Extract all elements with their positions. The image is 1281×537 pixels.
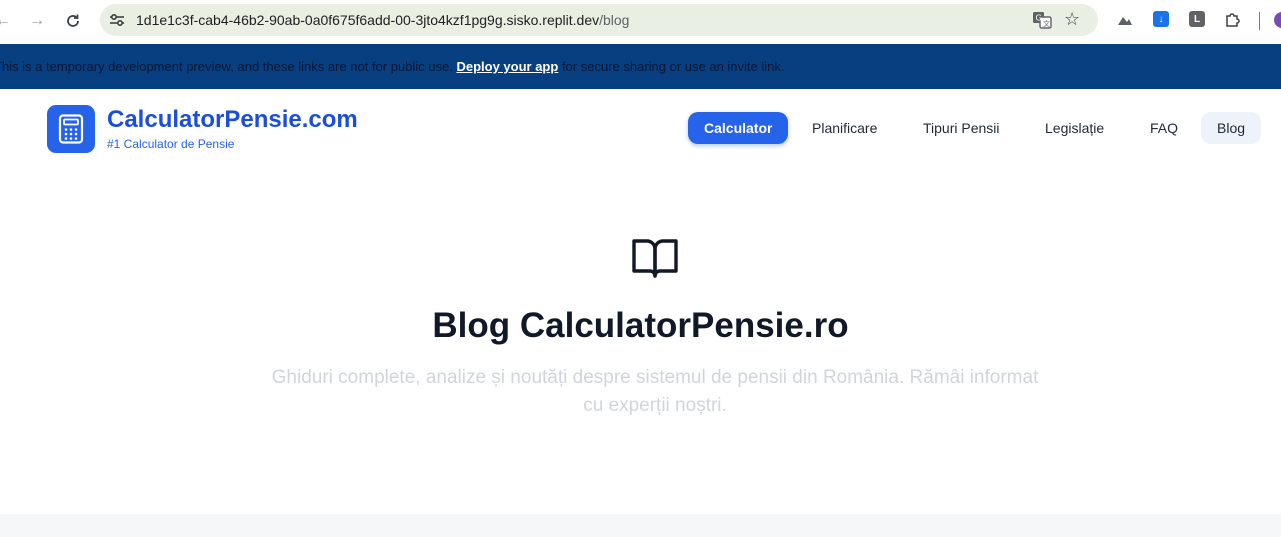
url-text[interactable]: 1d1e1c3f-cab4-46b2-90ab-0a0f675f6add-00-… — [136, 12, 629, 28]
forward-button[interactable]: → — [24, 8, 50, 34]
brand-name[interactable]: CalculatorPensie.com — [107, 106, 358, 134]
back-button[interactable]: ← — [0, 8, 16, 34]
profile-avatar[interactable] — [1274, 12, 1281, 28]
banner-text-after: for secure sharing or use an invite link… — [558, 59, 785, 74]
bookmark-button[interactable]: ☆ — [1064, 9, 1080, 30]
browser-toolbar: ← → 1d1e1c3f-cab4-46b2-90ab-0a0f675f6add… — [0, 0, 1281, 44]
content-section — [0, 514, 1281, 537]
image-icon — [1118, 17, 1132, 25]
dev-banner-text: This is a temporary development preview,… — [0, 59, 785, 74]
nav-planificare[interactable]: Planificare — [796, 112, 893, 144]
nav-legislatie[interactable]: Legislație — [1029, 112, 1120, 144]
blog-hero: Blog CalculatorPensie.ro Ghiduri complet… — [0, 170, 1281, 514]
toolbar-divider — [1259, 12, 1260, 30]
translate-icon: G 文 — [1033, 12, 1052, 29]
nav-faq[interactable]: FAQ — [1134, 112, 1194, 144]
extensions-button[interactable] — [1225, 11, 1241, 27]
url-host: 1d1e1c3f-cab4-46b2-90ab-0a0f675f6add-00-… — [136, 12, 600, 28]
url-path: /blog — [599, 12, 630, 28]
svg-text:文: 文 — [1043, 19, 1050, 28]
l-extension-letter: L — [1193, 13, 1201, 25]
reload-icon — [67, 14, 79, 27]
logo[interactable] — [47, 105, 95, 153]
dev-preview-banner: This is a temporary development preview,… — [0, 44, 1281, 89]
puzzle-icon — [1226, 13, 1240, 27]
banner-text-before: This is a temporary development preview,… — [0, 59, 457, 74]
arrow-right-icon: → — [29, 12, 45, 29]
l-extension-button[interactable]: L — [1189, 11, 1205, 27]
brand-tagline: #1 Calculator de Pensie — [107, 137, 235, 151]
nav-tipuri-pensii[interactable]: Tipuri Pensii — [907, 112, 1016, 144]
tune-icon — [110, 13, 124, 27]
svg-text:G: G — [1036, 14, 1042, 23]
site-info-button[interactable] — [108, 11, 126, 29]
book-open-icon — [632, 239, 678, 278]
download-extension-button[interactable]: ↓ — [1153, 11, 1169, 27]
arrow-left-icon: ← — [0, 12, 11, 29]
nav-blog[interactable]: Blog — [1201, 112, 1262, 144]
translate-button[interactable]: G 文 — [1032, 11, 1052, 29]
deploy-app-link[interactable]: Deploy your app — [456, 59, 558, 74]
extension-button[interactable] — [1117, 11, 1133, 27]
star-icon: ☆ — [1064, 9, 1081, 29]
page-subtitle: Ghiduri complete, analize și noutăți des… — [271, 367, 1039, 416]
address-bar[interactable]: 1d1e1c3f-cab4-46b2-90ab-0a0f675f6add-00-… — [100, 4, 1098, 36]
site-header: CalculatorPensie.com #1 Calculator de Pe… — [0, 89, 1281, 170]
arrow-down-icon: ↓ — [1158, 13, 1164, 25]
calculator-icon — [58, 114, 84, 144]
nav-calculator[interactable]: Calculator — [688, 112, 789, 144]
page-title: Blog CalculatorPensie.ro — [432, 306, 849, 345]
reload-button[interactable] — [60, 8, 86, 34]
